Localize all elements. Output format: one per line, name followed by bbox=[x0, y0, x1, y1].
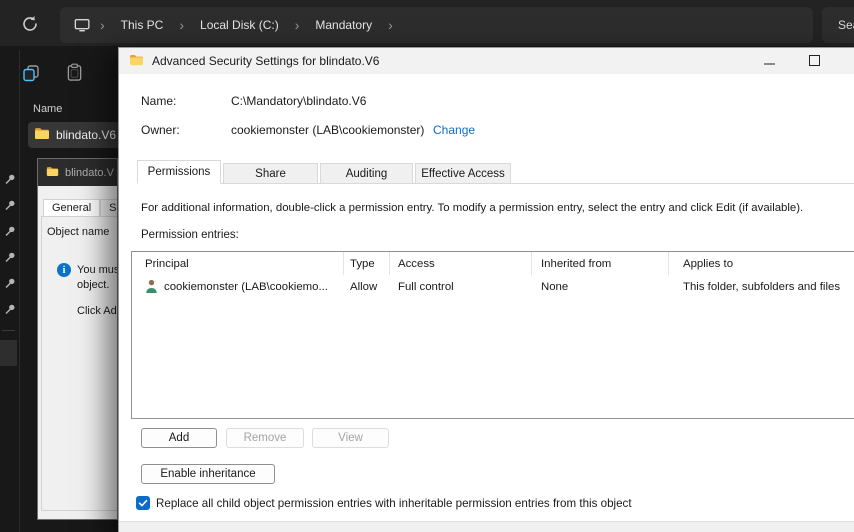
name-value: C:\Mandatory\blindato.V6 bbox=[231, 94, 367, 108]
refresh-icon[interactable] bbox=[20, 14, 40, 34]
properties-info-text: You mus bbox=[77, 264, 118, 276]
view-button[interactable]: View bbox=[312, 428, 389, 448]
permission-entries-table: Principal Type Access Inherited from App… bbox=[131, 251, 854, 419]
column-header-applies-to[interactable]: Applies to bbox=[669, 252, 854, 275]
properties-tab-page bbox=[41, 216, 117, 511]
chevron-right-icon: › bbox=[100, 17, 105, 33]
tab-effective-access[interactable]: Effective Access bbox=[415, 163, 511, 183]
tab-general[interactable]: General bbox=[43, 199, 101, 217]
breadcrumb: › This PC › Local Disk (C:) › Mandatory … bbox=[60, 7, 813, 43]
dialog-tabstrip: Permissions Share Auditing Effective Acc… bbox=[137, 159, 854, 184]
change-owner-link[interactable]: Change bbox=[433, 123, 475, 137]
cell-inherited-from: None bbox=[541, 281, 569, 293]
pin-icon[interactable] bbox=[4, 172, 16, 184]
properties-title: blindato.V bbox=[65, 166, 114, 179]
tab-sharing[interactable]: Sha bbox=[100, 199, 117, 217]
dialog-titlebar[interactable]: Advanced Security Settings for blindato.… bbox=[119, 48, 854, 74]
permission-entries-label: Permission entries: bbox=[141, 229, 239, 241]
properties-dialog: blindato.V General Sha Object name i You… bbox=[37, 158, 118, 520]
permissions-help-text: For additional information, double-click… bbox=[141, 202, 804, 214]
properties-tabs: General Sha bbox=[43, 199, 117, 217]
folder-icon bbox=[129, 54, 144, 69]
nav-selected-item[interactable] bbox=[0, 340, 17, 366]
replace-permissions-label: Replace all child object permission entr… bbox=[156, 497, 632, 510]
file-row-blindato[interactable]: blindato.V6 bbox=[28, 122, 120, 148]
column-header-access[interactable]: Access bbox=[390, 252, 532, 275]
user-icon bbox=[145, 279, 158, 296]
pin-icon[interactable] bbox=[4, 302, 16, 314]
search-input[interactable]: Sea bbox=[822, 7, 854, 43]
breadcrumb-this-pc[interactable]: This PC bbox=[113, 14, 172, 36]
nav-separator bbox=[2, 330, 15, 331]
tab-share[interactable]: Share bbox=[223, 163, 318, 183]
cell-type: Allow bbox=[350, 281, 378, 293]
properties-info-text: object. bbox=[77, 279, 110, 291]
copy-icon[interactable] bbox=[22, 64, 42, 86]
owner-value: cookiemonster (LAB\cookiemonster) bbox=[231, 123, 425, 137]
this-pc-icon[interactable] bbox=[74, 18, 92, 33]
object-name-label: Object name bbox=[47, 226, 110, 238]
pin-icon[interactable] bbox=[4, 250, 16, 262]
pin-icon[interactable] bbox=[4, 224, 16, 236]
advanced-security-dialog: Advanced Security Settings for blindato.… bbox=[118, 47, 854, 532]
enable-inheritance-button[interactable]: Enable inheritance bbox=[141, 464, 275, 484]
tab-auditing[interactable]: Auditing bbox=[320, 163, 413, 183]
dialog-footer bbox=[119, 521, 854, 532]
breadcrumb-mandatory[interactable]: Mandatory bbox=[307, 14, 380, 36]
cell-principal: cookiemonster (LAB\cookiemo... bbox=[164, 281, 328, 293]
check-icon bbox=[138, 499, 148, 507]
folder-icon bbox=[46, 166, 59, 180]
properties-titlebar[interactable]: blindato.V bbox=[38, 159, 117, 186]
column-header-principal[interactable]: Principal bbox=[132, 252, 344, 275]
chevron-right-icon: › bbox=[388, 17, 393, 33]
column-header-inherited-from[interactable]: Inherited from bbox=[532, 252, 669, 275]
remove-button[interactable]: Remove bbox=[226, 428, 304, 448]
name-label: Name: bbox=[141, 94, 177, 108]
nav-pane-divider bbox=[19, 50, 20, 532]
pin-icon[interactable] bbox=[4, 276, 16, 288]
chevron-right-icon: › bbox=[179, 17, 185, 33]
info-icon: i bbox=[57, 263, 71, 277]
table-row[interactable]: cookiemonster (LAB\cookiemo... Allow Ful… bbox=[132, 275, 854, 299]
cell-access: Full control bbox=[398, 281, 454, 293]
file-name: blindato.V6 bbox=[56, 128, 117, 142]
paste-icon[interactable] bbox=[66, 63, 86, 85]
column-header-name[interactable]: Name bbox=[33, 103, 62, 115]
properties-info-text: Click Ad bbox=[77, 305, 117, 317]
table-header: Principal Type Access Inherited from App… bbox=[132, 252, 854, 275]
tab-permissions[interactable]: Permissions bbox=[137, 160, 221, 184]
search-text: Sea bbox=[838, 18, 854, 32]
owner-label: Owner: bbox=[141, 123, 180, 137]
dialog-title: Advanced Security Settings for blindato.… bbox=[152, 54, 380, 68]
breadcrumb-local-disk[interactable]: Local Disk (C:) bbox=[192, 14, 287, 36]
add-button[interactable]: Add bbox=[141, 428, 217, 448]
chevron-right-icon: › bbox=[294, 17, 300, 33]
cell-applies-to: This folder, subfolders and files bbox=[683, 281, 841, 293]
column-header-type[interactable]: Type bbox=[344, 252, 390, 275]
folder-icon bbox=[34, 127, 50, 143]
screen: › This PC › Local Disk (C:) › Mandatory … bbox=[0, 0, 854, 532]
maximize-button[interactable] bbox=[809, 55, 820, 66]
replace-permissions-checkbox[interactable] bbox=[136, 496, 150, 510]
pin-icon[interactable] bbox=[4, 198, 16, 210]
minimize-button[interactable] bbox=[764, 63, 775, 65]
